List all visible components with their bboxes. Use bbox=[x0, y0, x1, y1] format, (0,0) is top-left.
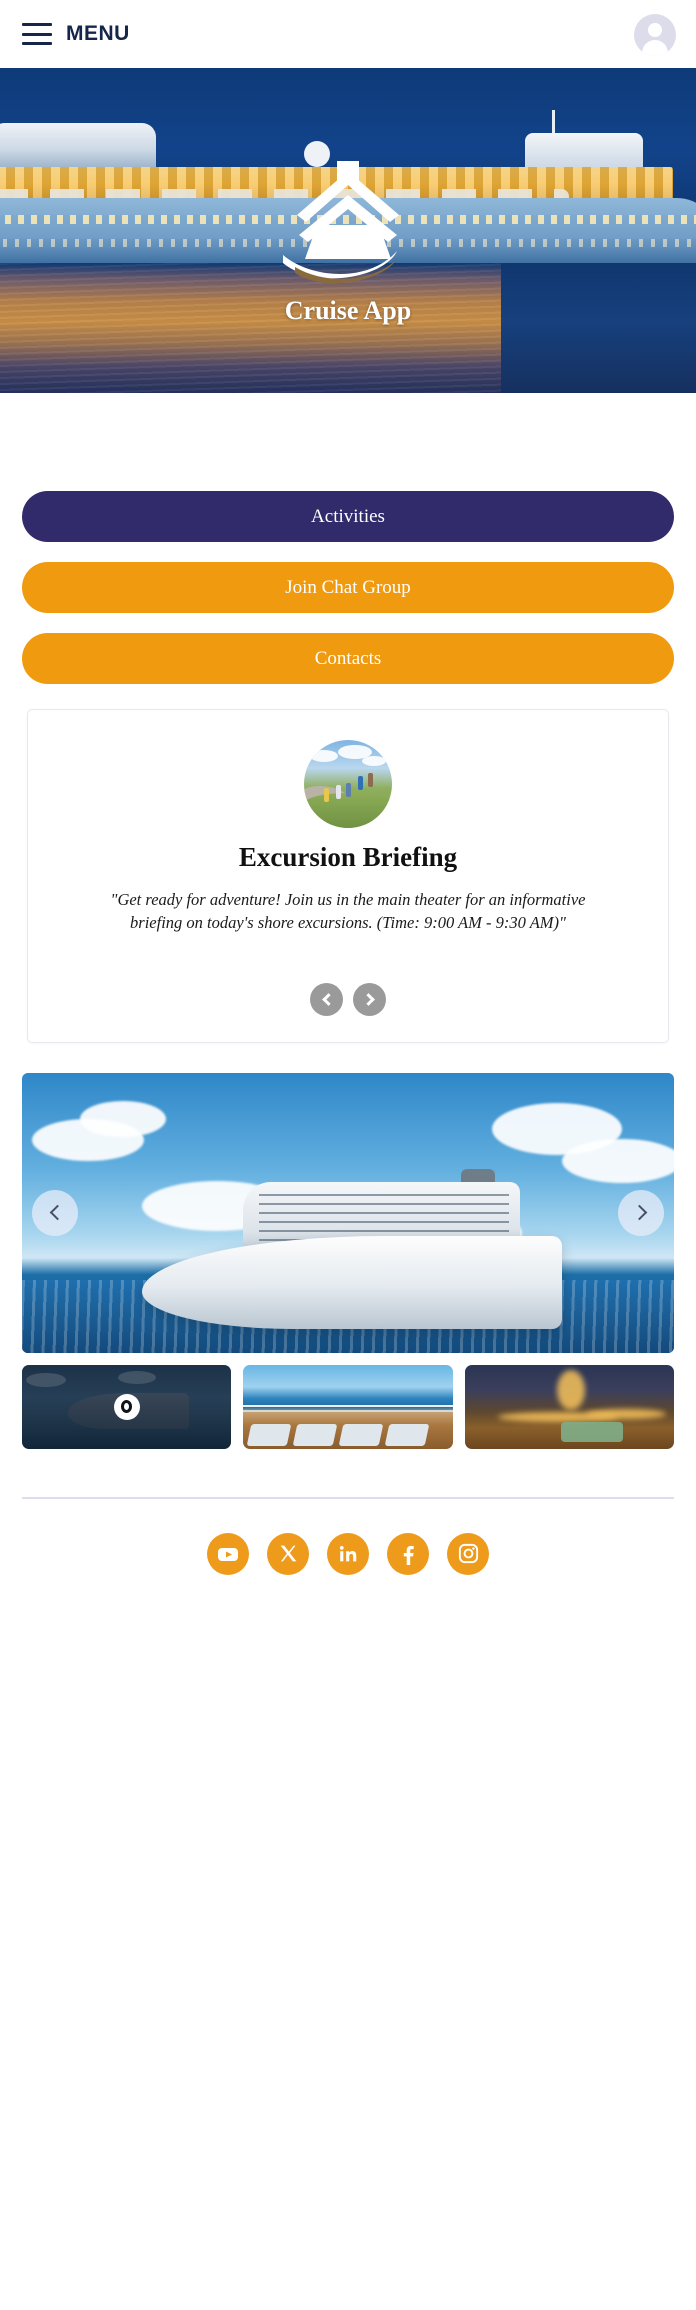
announcement-image bbox=[304, 740, 392, 828]
menu-label: MENU bbox=[66, 22, 130, 45]
announcement-prev-button[interactable] bbox=[310, 982, 343, 1016]
hero-overlay: Cruise App bbox=[0, 68, 696, 393]
announcement-next-button[interactable] bbox=[353, 982, 386, 1016]
hero-banner: Cruise App bbox=[0, 68, 696, 393]
eye-icon[interactable] bbox=[113, 1393, 140, 1420]
gallery-next-button[interactable] bbox=[618, 1189, 664, 1236]
gallery-prev-button[interactable] bbox=[32, 1189, 78, 1236]
thumbnail-night-deck[interactable] bbox=[464, 1364, 674, 1449]
announcement-title: Excursion Briefing bbox=[238, 842, 458, 872]
user-avatar-icon[interactable] bbox=[634, 14, 676, 56]
footer-divider bbox=[22, 1496, 674, 1499]
activities-button[interactable]: Activities bbox=[22, 491, 674, 542]
announcement-text: "Get ready for adventure! Join us in the… bbox=[110, 890, 586, 933]
thumbnail-ship-at-dusk[interactable] bbox=[22, 1364, 232, 1449]
chevron-left-icon bbox=[49, 1205, 65, 1221]
avatar-head bbox=[648, 23, 662, 37]
action-button-stack: Activities Join Chat Group Contacts bbox=[0, 393, 696, 684]
cruise-ship-logo bbox=[283, 161, 399, 284]
avatar-body bbox=[642, 40, 668, 56]
chevron-left-icon bbox=[321, 992, 335, 1006]
facebook-icon[interactable] bbox=[387, 1532, 429, 1575]
youtube-icon[interactable] bbox=[207, 1532, 249, 1575]
instagram-icon[interactable] bbox=[447, 1532, 489, 1575]
gallery-carousel[interactable] bbox=[22, 1072, 674, 1353]
join-chat-group-button[interactable]: Join Chat Group bbox=[22, 562, 674, 613]
hamburger-icon[interactable] bbox=[22, 23, 52, 45]
thumbnail-sun-deck[interactable] bbox=[243, 1364, 453, 1449]
x-twitter-icon[interactable] bbox=[267, 1532, 309, 1575]
gallery-thumbnails bbox=[22, 1364, 674, 1449]
menu-button[interactable]: MENU bbox=[22, 22, 130, 46]
contacts-button[interactable]: Contacts bbox=[22, 633, 674, 684]
chevron-right-icon bbox=[631, 1205, 647, 1221]
announcement-card: Excursion Briefing "Get ready for advent… bbox=[27, 709, 669, 1043]
app-header: MENU bbox=[0, 0, 696, 68]
linkedin-icon[interactable] bbox=[327, 1532, 369, 1575]
hero-title: Cruise App bbox=[284, 296, 412, 325]
app-page: MENU Cruise App Activities Join Chat Gro… bbox=[0, 0, 696, 2310]
social-links bbox=[0, 1532, 696, 1575]
announcement-nav bbox=[310, 982, 386, 1016]
gallery-main-image bbox=[142, 1168, 562, 1329]
chevron-right-icon bbox=[361, 992, 375, 1006]
